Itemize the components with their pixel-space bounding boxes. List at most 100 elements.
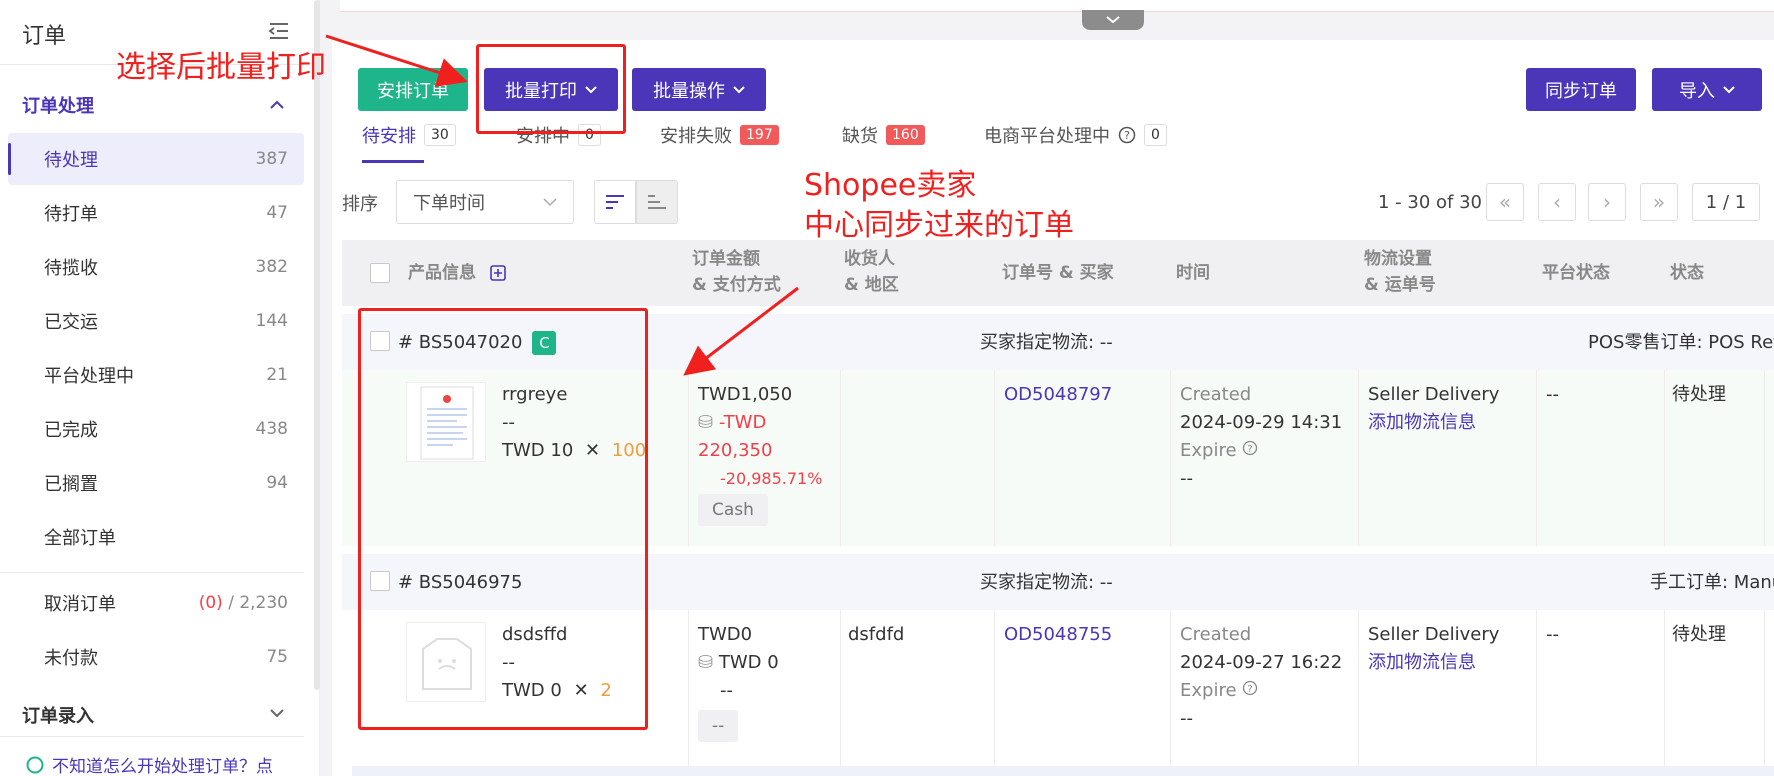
column-divider bbox=[1536, 370, 1537, 546]
last-page-button[interactable]: » bbox=[1640, 183, 1678, 221]
payment-amount-line2: 220,350 bbox=[698, 440, 773, 461]
expand-plus-icon[interactable] bbox=[490, 265, 506, 281]
tab-label: 待安排 bbox=[362, 126, 416, 147]
tab-to-arrange[interactable]: 待安排 30 bbox=[362, 122, 456, 148]
question-circle-icon[interactable]: ? bbox=[1118, 126, 1136, 144]
tab-count-badge: 0 bbox=[1144, 124, 1167, 146]
sync-orders-label: 同步订单 bbox=[1545, 80, 1617, 102]
sidebar-item-completed[interactable]: 已完成 438 bbox=[8, 403, 304, 455]
chevron-down-icon[interactable] bbox=[270, 708, 284, 718]
logistics-method: Seller Delivery bbox=[1368, 384, 1500, 405]
sidebar-item-count: 438 bbox=[255, 419, 288, 439]
sidebar-item-count: (0) / 2,230 bbox=[199, 593, 288, 613]
column-divider bbox=[994, 610, 995, 776]
buyer-logistics: 买家指定物流: -- bbox=[980, 332, 1113, 353]
arrange-order-label: 安排订单 bbox=[377, 80, 449, 102]
sidebar-item-count: 21 bbox=[266, 365, 288, 385]
th-order-no: 订单号 & 买家 bbox=[1002, 263, 1114, 283]
sidebar-item-label: 全部订单 bbox=[44, 528, 116, 549]
order-status: 待处理 bbox=[1672, 384, 1726, 405]
page-input[interactable]: 1 / 1 bbox=[1692, 183, 1760, 221]
question-circle-icon[interactable]: ? bbox=[1242, 440, 1258, 456]
expand-panel-tab[interactable] bbox=[1082, 10, 1144, 30]
select-all-checkbox[interactable] bbox=[370, 263, 390, 283]
cancel-count-red: (0) bbox=[198, 593, 223, 613]
order-number-link[interactable]: OD5048797 bbox=[1004, 380, 1112, 409]
tab-arrange-failed[interactable]: 安排失败 197 bbox=[660, 122, 779, 148]
sort-asc-icon bbox=[648, 195, 666, 209]
sidebar-item-pending[interactable]: 待处理 387 bbox=[8, 133, 304, 185]
annotation-shopee-line2: 中心同步过来的订单 bbox=[804, 208, 1074, 243]
th-tracking: & 运单号 bbox=[1364, 275, 1436, 295]
sidebar-title: 订单 bbox=[22, 24, 67, 49]
first-page-button[interactable]: « bbox=[1486, 183, 1524, 221]
sidebar-item-to-print[interactable]: 待打单 47 bbox=[8, 187, 304, 239]
created-time: 2024-09-29 14:31 bbox=[1180, 412, 1343, 433]
sort-asc-button[interactable] bbox=[636, 180, 678, 224]
help-circle-icon bbox=[26, 756, 44, 773]
sidebar-item-count: 47 bbox=[266, 203, 288, 223]
sidebar-group-order-entry[interactable]: 订单录入 bbox=[22, 702, 94, 728]
chevron-down-icon bbox=[1723, 85, 1735, 93]
payment-percentage: -20,985.71% bbox=[720, 469, 823, 488]
batch-ops-button[interactable]: 批量操作 bbox=[632, 68, 766, 111]
platform-status: -- bbox=[1546, 624, 1559, 645]
sort-label: 排序 bbox=[342, 194, 378, 215]
sidebar-item-unpaid[interactable]: 未付款 75 bbox=[8, 631, 304, 683]
order-source: POS零售订单: POS Ret bbox=[1588, 332, 1774, 353]
arrange-order-button[interactable]: 安排订单 bbox=[358, 68, 468, 111]
sidebar-divider bbox=[0, 736, 304, 737]
sidebar-item-cancelled[interactable]: 取消订单 (0) / 2,230 bbox=[8, 577, 304, 629]
help-link[interactable]: 不知道怎么开始处理订单？点 bbox=[26, 752, 273, 776]
chevron-up-icon[interactable] bbox=[270, 100, 284, 110]
top-strip bbox=[340, 0, 1774, 12]
annotation-box-orders bbox=[358, 308, 648, 730]
double-chevron-right-icon: » bbox=[1652, 190, 1666, 214]
sidebar-item-label: 未付款 bbox=[44, 648, 98, 669]
next-page-button[interactable]: › bbox=[1588, 183, 1626, 221]
tab-count-badge: 197 bbox=[740, 125, 779, 145]
th-receiver: 收货人 bbox=[844, 249, 895, 269]
sidebar-item-all-orders[interactable]: 全部订单 bbox=[8, 511, 304, 563]
pager-range: 1 - 30 of 30 bbox=[1378, 192, 1482, 213]
chevron-left-icon: ‹ bbox=[1553, 190, 1561, 214]
sidebar-group-order-processing[interactable]: 订单处理 bbox=[22, 92, 94, 118]
sort-select-value: 下单时间 bbox=[413, 193, 485, 214]
payment-method: -- bbox=[698, 710, 739, 742]
payment-amount-line1: TWD 0 bbox=[718, 652, 779, 673]
sort-desc-icon bbox=[606, 195, 624, 209]
coins-icon: ⛁ bbox=[698, 412, 714, 433]
payment-method-tag: Cash bbox=[698, 494, 768, 526]
add-logistics-link[interactable]: 添加物流信息 bbox=[1368, 648, 1476, 677]
sidebar-item-to-pickup[interactable]: 待揽收 382 bbox=[8, 241, 304, 293]
tab-label: 缺货 bbox=[842, 126, 878, 147]
sidebar-item-count: 382 bbox=[255, 257, 288, 277]
expire-value: -- bbox=[1180, 468, 1193, 489]
sync-orders-button[interactable]: 同步订单 bbox=[1526, 68, 1636, 111]
th-logistics: 物流设置 bbox=[1364, 249, 1432, 269]
tab-ecommerce-processing[interactable]: 电商平台处理中 ? 0 bbox=[984, 122, 1167, 148]
sidebar-item-on-hold[interactable]: 已搁置 94 bbox=[8, 457, 304, 509]
sidebar-item-shipped[interactable]: 已交运 144 bbox=[8, 295, 304, 347]
question-circle-icon[interactable]: ? bbox=[1242, 680, 1258, 696]
sidebar-item-label: 已搁置 bbox=[44, 474, 98, 495]
import-button[interactable]: 导入 bbox=[1652, 68, 1762, 111]
collapse-menu-icon[interactable] bbox=[268, 22, 290, 40]
column-divider bbox=[1170, 370, 1171, 546]
svg-text:?: ? bbox=[1248, 684, 1253, 695]
table-header: 产品信息 订单金额 & 支付方式 收货人 & 地区 订单号 & 买家 时间 物流… bbox=[342, 240, 1774, 306]
expire-label-text: Expire bbox=[1180, 440, 1237, 461]
column-divider bbox=[688, 370, 689, 546]
tab-count-badge: 30 bbox=[424, 124, 456, 146]
add-logistics-link[interactable]: 添加物流信息 bbox=[1368, 408, 1476, 437]
prev-page-button[interactable]: ‹ bbox=[1538, 183, 1576, 221]
sidebar-item-platform-processing[interactable]: 平台处理中 21 bbox=[8, 349, 304, 401]
order-number-link[interactable]: OD5048755 bbox=[1004, 620, 1112, 649]
tab-out-of-stock[interactable]: 缺货 160 bbox=[842, 122, 925, 148]
sidebar-item-label: 待处理 bbox=[44, 150, 98, 171]
column-divider bbox=[688, 610, 689, 776]
next-row-strip bbox=[352, 766, 1774, 776]
sort-desc-button[interactable] bbox=[594, 180, 636, 224]
sort-select[interactable]: 下单时间 bbox=[396, 180, 574, 224]
sidebar-item-label: 待揽收 bbox=[44, 258, 98, 279]
